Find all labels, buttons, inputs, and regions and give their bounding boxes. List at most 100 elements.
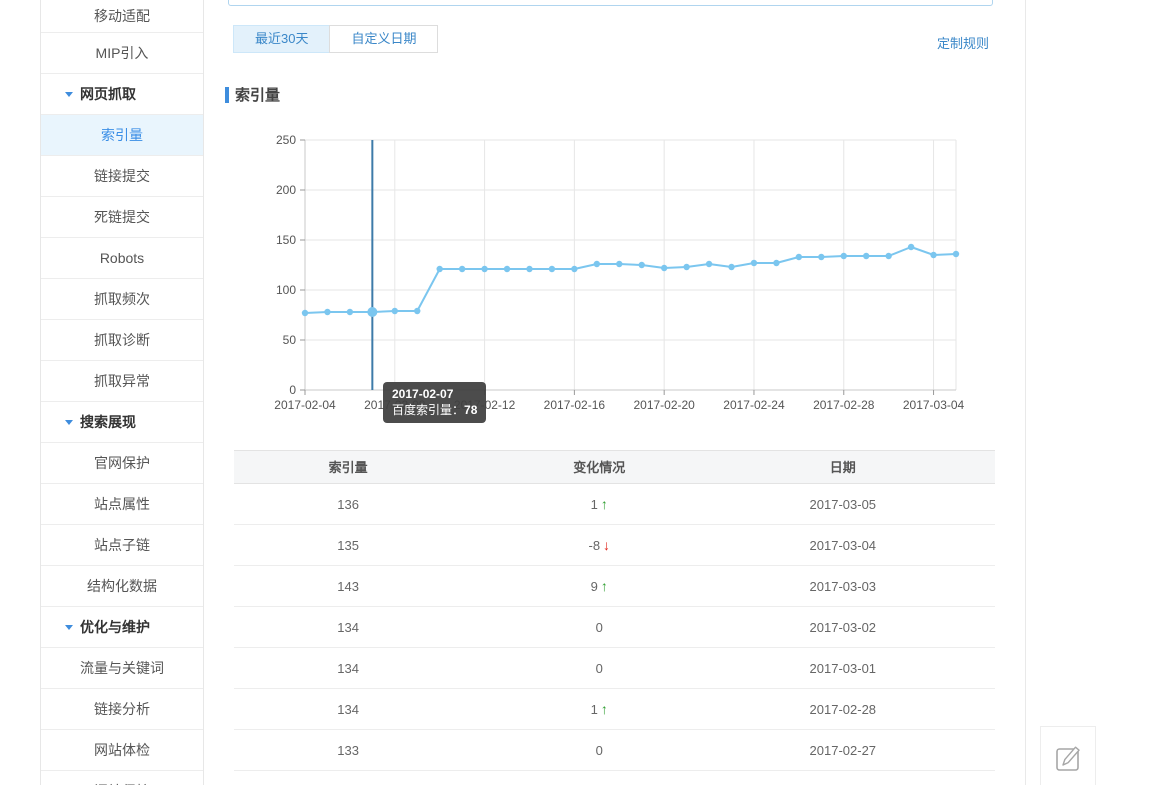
y-tick-label: 0 bbox=[289, 383, 296, 397]
table-row: 13302017-02-27 bbox=[234, 730, 995, 771]
data-point[interactable] bbox=[639, 262, 645, 268]
y-tick-label: 150 bbox=[276, 233, 296, 247]
cell-change: -8↓ bbox=[462, 525, 736, 565]
sidebar-item-闭站保护[interactable]: 闭站保护 bbox=[41, 771, 203, 785]
sidebar-item-抓取诊断[interactable]: 抓取诊断 bbox=[41, 320, 203, 361]
change-value: -8 bbox=[588, 538, 600, 553]
chart-tooltip: 2017-02-07 百度索引量：78 bbox=[383, 382, 486, 423]
sidebar-item-结构化数据[interactable]: 结构化数据 bbox=[41, 566, 203, 607]
arrow-up-icon: ↑ bbox=[601, 496, 608, 512]
tooltip-date: 2017-02-07 bbox=[392, 386, 477, 402]
data-point[interactable] bbox=[459, 266, 465, 272]
x-tick-label: 2017-02-24 bbox=[723, 398, 785, 412]
sidebar-item-Robots[interactable]: Robots bbox=[41, 238, 203, 279]
cell-index-volume: 134 bbox=[234, 689, 462, 729]
data-point[interactable] bbox=[885, 253, 891, 259]
data-point[interactable] bbox=[526, 266, 532, 272]
y-tick-label: 200 bbox=[276, 183, 296, 197]
sidebar-item-抓取频次[interactable]: 抓取频次 bbox=[41, 279, 203, 320]
data-point[interactable] bbox=[594, 261, 600, 267]
cell-date: 2017-03-02 bbox=[736, 607, 949, 647]
data-point[interactable] bbox=[706, 261, 712, 267]
sidebar-item-官网保护[interactable]: 官网保护 bbox=[41, 443, 203, 484]
sidebar-item-label: 索引量 bbox=[101, 125, 143, 145]
sidebar-item-label: 官网保护 bbox=[94, 453, 150, 473]
cell-change: 0 bbox=[462, 648, 736, 688]
table-row: 1336↑2017-02-26 bbox=[234, 771, 995, 785]
sidebar-item-label: 站点属性 bbox=[94, 494, 150, 514]
data-point[interactable] bbox=[347, 309, 353, 315]
arrow-up-icon: ↑ bbox=[601, 701, 608, 717]
sidebar-item-站点属性[interactable]: 站点属性 bbox=[41, 484, 203, 525]
sidebar-item-链接分析[interactable]: 链接分析 bbox=[41, 689, 203, 730]
sidebar-item-label: MIP引入 bbox=[96, 43, 149, 63]
sidebar-item-链接提交[interactable]: 链接提交 bbox=[41, 156, 203, 197]
sidebar-item-MIP引入[interactable]: MIP引入 bbox=[41, 33, 203, 74]
custom-rule-link[interactable]: 定制规则 bbox=[937, 33, 989, 52]
data-point[interactable] bbox=[504, 266, 510, 272]
data-point[interactable] bbox=[751, 260, 757, 266]
sidebar-item-站点子链[interactable]: 站点子链 bbox=[41, 525, 203, 566]
sidebar-item-label: 流量与关键词 bbox=[80, 658, 164, 678]
sidebar-item-网站体检[interactable]: 网站体检 bbox=[41, 730, 203, 771]
data-point[interactable] bbox=[796, 254, 802, 260]
data-point[interactable] bbox=[436, 266, 442, 272]
feedback-widget[interactable] bbox=[1040, 726, 1096, 785]
sidebar-item-label: 链接提交 bbox=[94, 166, 150, 186]
data-point[interactable] bbox=[773, 260, 779, 266]
data-point[interactable] bbox=[414, 308, 420, 314]
cell-index-volume: 136 bbox=[234, 484, 462, 524]
data-point[interactable] bbox=[481, 266, 487, 272]
section-title: 索引量 bbox=[225, 84, 280, 105]
tab-last-30-days[interactable]: 最近30天 bbox=[233, 25, 330, 53]
change-value: 0 bbox=[596, 620, 603, 635]
data-point[interactable] bbox=[863, 253, 869, 259]
sidebar-item-网页抓取[interactable]: 网页抓取 bbox=[41, 74, 203, 115]
sidebar-item-抓取异常[interactable]: 抓取异常 bbox=[41, 361, 203, 402]
cell-index-volume: 135 bbox=[234, 525, 462, 565]
data-point[interactable] bbox=[728, 264, 734, 270]
data-point[interactable] bbox=[571, 266, 577, 272]
sidebar-item-label: 闭站保护 bbox=[94, 781, 150, 785]
line-chart-canvas[interactable]: 0501001502002502017-02-042017-02-082017-… bbox=[245, 130, 1005, 420]
cell-change: 1↑ bbox=[462, 689, 736, 729]
tab-custom-date[interactable]: 自定义日期 bbox=[329, 25, 438, 53]
sidebar-item-搜索展现[interactable]: 搜索展现 bbox=[41, 402, 203, 443]
cell-date: 2017-03-01 bbox=[736, 648, 949, 688]
index-volume-chart: 0501001502002502017-02-042017-02-082017-… bbox=[245, 130, 1005, 420]
table-row: 13402017-03-01 bbox=[234, 648, 995, 689]
page-title: 索引量 bbox=[235, 84, 280, 105]
data-point[interactable] bbox=[324, 309, 330, 315]
sidebar-item-label: 网站体检 bbox=[94, 740, 150, 760]
data-point[interactable] bbox=[683, 264, 689, 270]
col-header-spacer bbox=[949, 451, 995, 483]
data-point[interactable] bbox=[908, 244, 914, 250]
cell-change: 0 bbox=[462, 730, 736, 770]
data-point[interactable] bbox=[302, 310, 308, 316]
sidebar-item-label: Robots bbox=[100, 250, 144, 266]
sidebar-item-索引量[interactable]: 索引量 bbox=[41, 115, 203, 156]
x-tick-label: 2017-02-28 bbox=[813, 398, 875, 412]
sidebar-item-label: 优化与维护 bbox=[80, 617, 150, 637]
data-point[interactable] bbox=[661, 265, 667, 271]
x-tick-label: 2017-02-20 bbox=[633, 398, 695, 412]
sidebar-item-移动适配[interactable]: 移动适配 bbox=[41, 0, 203, 33]
data-point[interactable] bbox=[818, 254, 824, 260]
data-point[interactable] bbox=[616, 261, 622, 267]
data-point[interactable] bbox=[930, 252, 936, 258]
cell-change: 1↑ bbox=[462, 484, 736, 524]
y-tick-label: 50 bbox=[283, 333, 297, 347]
change-value: 1 bbox=[591, 497, 598, 512]
cell-index-volume: 134 bbox=[234, 607, 462, 647]
sidebar-item-死链提交[interactable]: 死链提交 bbox=[41, 197, 203, 238]
data-point[interactable] bbox=[367, 307, 377, 317]
data-point[interactable] bbox=[841, 253, 847, 259]
sidebar-item-流量与关键词[interactable]: 流量与关键词 bbox=[41, 648, 203, 689]
sidebar-item-label: 抓取异常 bbox=[94, 371, 150, 391]
data-point[interactable] bbox=[549, 266, 555, 272]
data-point[interactable] bbox=[392, 308, 398, 314]
data-point[interactable] bbox=[953, 251, 959, 257]
sidebar-item-优化与维护[interactable]: 优化与维护 bbox=[41, 607, 203, 648]
sidebar-item-label: 抓取诊断 bbox=[94, 330, 150, 350]
cell-date: 2017-03-05 bbox=[736, 484, 949, 524]
